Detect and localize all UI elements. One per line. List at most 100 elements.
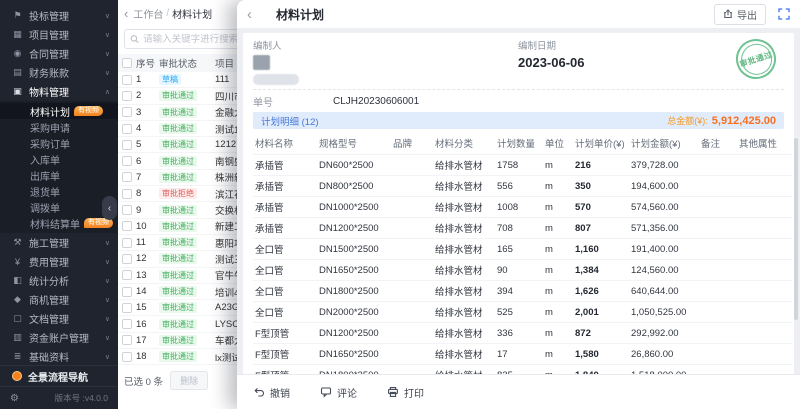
gear-icon[interactable]: ⚙ — [10, 393, 19, 404]
row-checkbox[interactable] — [122, 238, 132, 248]
status-badge: 审批通过 — [159, 351, 197, 362]
sidebar-item-label: 费用管理 — [29, 254, 99, 269]
delete-button[interactable]: 删除 — [170, 371, 208, 390]
detail-cell — [699, 302, 737, 323]
detail-cell — [737, 302, 792, 323]
fullscreen-icon[interactable] — [778, 8, 790, 20]
detail-cell: 承插管 — [253, 176, 317, 197]
detail-cell: 承插管 — [253, 155, 317, 176]
scrollbar-thumb[interactable] — [794, 138, 798, 320]
sidebar-subitem-transfer[interactable]: 调拨单 — [0, 199, 118, 215]
sidebar-item-docs[interactable]: ▢文档管理∨ — [0, 309, 118, 328]
detail-cell: F型顶管 — [253, 344, 317, 365]
undo-button[interactable]: 撤销 — [253, 385, 290, 400]
sidebar-subitem-purchase-order[interactable]: 采购订单 — [0, 135, 118, 151]
sidebar-subitem-material-plan[interactable]: 材料计划有视频 — [0, 103, 118, 119]
row-checkbox[interactable] — [122, 189, 132, 199]
sidebar-item-basedata[interactable]: ≣基础资料∨ — [0, 347, 118, 366]
row-checkbox[interactable] — [122, 221, 132, 231]
basedata-icon: ≣ — [12, 351, 23, 362]
detail-cell: 216 — [573, 155, 629, 176]
sidebar-subitem-return[interactable]: 退货单 — [0, 183, 118, 199]
detail-cell: 194,600.00 — [629, 176, 699, 197]
material-detail-table: 材料名称规格型号品牌材料分类计划数量单位计划单价(¥)计划金额(¥)备注其他属性… — [253, 131, 792, 406]
sidebar-item-finance[interactable]: ▤财务账款∨ — [0, 63, 118, 82]
sidebar-subitem-label: 采购申请 — [30, 120, 70, 135]
row-checkbox[interactable] — [122, 319, 132, 329]
row-checkbox[interactable] — [122, 91, 132, 101]
row-number: 10 — [136, 221, 159, 232]
detail-cell — [737, 197, 792, 218]
sidebar-subitem-outbound[interactable]: 出库单 — [0, 167, 118, 183]
sidebar-subitem-label: 材料计划 — [30, 104, 70, 119]
breadcrumb-root[interactable]: 工作台 — [133, 6, 163, 21]
row-checkbox[interactable] — [122, 107, 132, 117]
row-checkbox[interactable] — [122, 287, 132, 297]
detail-row: F型顶管DN1200*2500给排水管材336m872292,992.00 — [253, 323, 792, 344]
status-badge: 审批通过 — [159, 221, 197, 232]
flow-nav-button[interactable]: 全景流程导航 — [0, 365, 118, 386]
detail-cell — [391, 281, 433, 302]
row-checkbox[interactable] — [122, 254, 132, 264]
sidebar-item-stats[interactable]: ◧统计分析∨ — [0, 271, 118, 290]
version-label: 版本号 :v4.0.0 — [55, 392, 108, 404]
detail-cell: DN1200*2500 — [317, 218, 391, 239]
row-checkbox[interactable] — [122, 156, 132, 166]
status-badge: 审批通过 — [159, 139, 197, 150]
status-badge: 审批拒绝 — [159, 188, 197, 199]
detail-cell: 90 — [495, 260, 543, 281]
row-checkbox[interactable] — [122, 172, 132, 182]
detail-cell: 1758 — [495, 155, 543, 176]
print-button[interactable]: 打印 — [387, 385, 424, 400]
status-badge: 审批通过 — [159, 107, 197, 118]
account-icon: ▥ — [12, 332, 23, 343]
sidebar-item-funds[interactable]: ▥资金账户管理∨ — [0, 328, 118, 347]
sidebar-item-construction[interactable]: ⚒施工管理∨ — [0, 233, 118, 252]
sidebar-subitem-purchase-request[interactable]: 采购申请 — [0, 119, 118, 135]
row-checkbox[interactable] — [122, 205, 132, 215]
detail-cell: 承插管 — [253, 197, 317, 218]
status-badge: 审批通过 — [159, 123, 197, 134]
detail-cell: DN1000*2500 — [317, 197, 391, 218]
detail-cell: 379,728.00 — [629, 155, 699, 176]
row-checkbox[interactable] — [122, 124, 132, 134]
sidebar-item-bid[interactable]: ⚑投标管理∨ — [0, 6, 118, 25]
sidebar-item-label: 基础资料 — [29, 349, 99, 364]
row-checkbox[interactable] — [122, 335, 132, 345]
detail-cell — [699, 155, 737, 176]
row-checkbox[interactable] — [122, 270, 132, 280]
detail-cell: 336 — [495, 323, 543, 344]
row-checkbox[interactable] — [122, 75, 132, 85]
plan-detail-card: 编制人 编制日期 2023-06-06 审批通过 单号 CLJH20230606… — [243, 33, 794, 408]
sidebar-subitem-material-settle[interactable]: 材料结算单有视频 — [0, 215, 118, 231]
sidebar-item-label: 物料管理 — [29, 84, 99, 99]
sidebar-subitem-inbound[interactable]: 入库单 — [0, 151, 118, 167]
export-icon — [723, 9, 733, 19]
status-badge: 审批通过 — [159, 205, 197, 216]
row-number: 6 — [136, 156, 159, 167]
sidebar-item-contract[interactable]: ◉合同管理∨ — [0, 44, 118, 63]
sidebar-item-expense[interactable]: ¥费用管理∨ — [0, 252, 118, 271]
comment-button[interactable]: 评论 — [320, 385, 357, 400]
row-checkbox[interactable] — [122, 352, 132, 362]
detail-cell: m — [543, 323, 573, 344]
select-all-checkbox[interactable] — [122, 58, 132, 68]
sidebar-item-project[interactable]: ▦项目管理∨ — [0, 25, 118, 44]
status-badge: 审批通过 — [159, 90, 197, 101]
detail-cell: m — [543, 155, 573, 176]
detail-row: 全口管DN1650*2500给排水管材90m1,384124,560.00 — [253, 260, 792, 281]
expense-icon: ¥ — [12, 257, 23, 267]
export-button[interactable]: 导出 — [714, 4, 766, 25]
sidebar-submenu: 材料计划有视频采购申请采购订单入库单出库单退货单调拨单材料结算单有视频 — [0, 101, 118, 233]
sidebar-item-material[interactable]: ▣物料管理∧ — [0, 82, 118, 101]
sidebar-item-business[interactable]: ◆商机管理∨ — [0, 290, 118, 309]
drawer-back-icon[interactable]: ‹ — [247, 7, 252, 22]
detail-cell: DN1650*2500 — [317, 260, 391, 281]
detail-row: 全口管DN1500*2500给排水管材165m1,160191,400.00 — [253, 239, 792, 260]
row-checkbox[interactable] — [122, 140, 132, 150]
sidebar-collapse-button[interactable]: ‹ — [102, 196, 117, 220]
status-badge: 审批通过 — [159, 270, 197, 281]
breadcrumb-back-icon[interactable]: ‹ — [124, 7, 128, 20]
chevron-down-icon: ∨ — [105, 334, 110, 342]
row-checkbox[interactable] — [122, 303, 132, 313]
